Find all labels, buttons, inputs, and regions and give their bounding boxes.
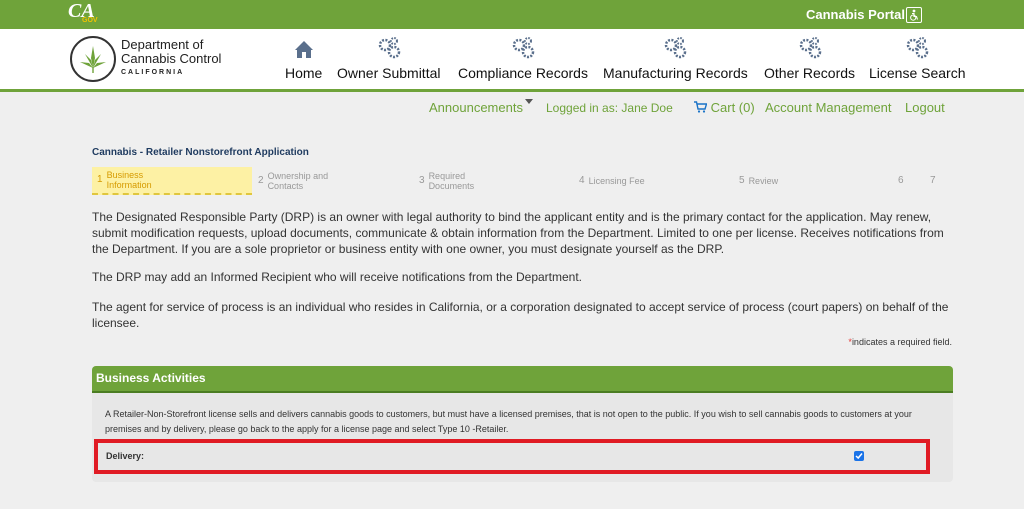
required-note-text: indicates a required field. — [851, 337, 952, 347]
delivery-checkbox[interactable] — [854, 451, 864, 461]
application-title: Cannabis - Retailer Nonstorefront Applic… — [92, 147, 309, 158]
step-2[interactable]: 2 Ownership and Contacts — [258, 167, 408, 195]
nav-compliance-records-label: Compliance Records — [458, 65, 588, 81]
nav-license-search-label: License Search — [869, 65, 966, 81]
step-3-label-line1: Required — [428, 171, 466, 181]
step-1-number: 1 — [97, 174, 103, 185]
dept-name-line1: Department of — [121, 37, 204, 52]
site-header: Department of Cannabis Control CALIFORNI… — [0, 29, 1024, 92]
logout-link[interactable]: Logout — [905, 100, 945, 115]
nav-manufacturing-records-label: Manufacturing Records — [603, 65, 748, 81]
panel-title: Business Activities — [96, 371, 206, 385]
gears-icon — [512, 37, 535, 59]
panel-description: A Retailer-Non-Storefront license sells … — [105, 409, 912, 434]
step-3[interactable]: 3 Required Documents — [419, 167, 569, 195]
gears-icon — [799, 37, 821, 59]
step-5-number: 5 — [739, 175, 745, 186]
delivery-label: Delivery: — [106, 451, 145, 461]
home-icon — [294, 41, 313, 58]
announcements-label: Announcements — [429, 100, 523, 115]
step-7-number: 7 — [930, 175, 936, 186]
ca-gov-logo[interactable]: CA GOV — [68, 0, 102, 26]
informed-recipient-note: The DRP may add an Informed Recipient wh… — [92, 270, 583, 284]
cart-icon — [694, 101, 708, 113]
top-bar: CA GOV Cannabis Portal — [0, 0, 1024, 29]
step-2-number: 2 — [258, 175, 264, 186]
accessibility-icon[interactable] — [906, 7, 922, 23]
delivery-row-highlight — [94, 439, 930, 474]
dept-state: CALIFORNIA — [121, 69, 185, 76]
step-3-label-line2: Documents — [428, 181, 475, 191]
step-6[interactable]: 6 — [898, 167, 918, 195]
step-progress: 1 Business Information 2 Ownership and Con… — [92, 167, 953, 195]
dept-name-line2: Cannabis Control — [121, 51, 222, 66]
agent-service-note: The agent for service of process is an i… — [92, 300, 949, 330]
nav-other-records[interactable]: Other Records — [764, 33, 855, 81]
panel-header: Business Activities — [92, 366, 953, 393]
nav-owner-submittal-label: Owner Submittal — [337, 65, 441, 81]
step-6-number: 6 — [898, 175, 904, 186]
dept-name[interactable]: Department of Cannabis Control — [121, 38, 221, 66]
step-4[interactable]: 4 Licensing Fee — [579, 167, 729, 195]
step-3-number: 3 — [419, 175, 425, 186]
step-4-label: Licensing Fee — [588, 176, 645, 186]
step-5-label: Review — [748, 176, 779, 186]
gears-icon — [378, 37, 400, 59]
nav-home[interactable]: Home — [285, 33, 322, 81]
gears-icon — [907, 37, 929, 59]
step-1[interactable]: 1 Business Information — [92, 167, 252, 195]
nav-license-search[interactable]: License Search — [869, 33, 966, 81]
caret-down-icon — [525, 99, 533, 104]
account-management-link[interactable]: Account Management — [765, 100, 891, 115]
required-field-note: *indicates a required field. — [848, 337, 952, 347]
step-2-label-line1: Ownership and — [267, 171, 329, 181]
ca-logo-sub: GOV — [82, 17, 98, 24]
drp-description: The Designated Responsible Party (DRP) i… — [92, 210, 944, 256]
announcements-link[interactable]: Announcements — [429, 99, 533, 115]
cart-label: Cart (0) — [710, 100, 755, 115]
nav-other-records-label: Other Records — [764, 65, 856, 81]
gears-icon — [665, 37, 687, 59]
portal-title[interactable]: Cannabis Portal — [806, 7, 905, 22]
step-1-label-line1: Business — [106, 170, 144, 180]
nav-compliance-records[interactable]: Compliance Records — [458, 33, 588, 81]
cart-link[interactable]: Cart (0) — [694, 100, 755, 115]
step-1-label-line2: Information — [106, 180, 152, 190]
step-7[interactable]: 7 — [930, 167, 950, 195]
check-icon — [855, 453, 863, 460]
nav-home-label: Home — [285, 65, 323, 81]
step-2-label-line2: Contacts — [267, 181, 304, 191]
nav-manufacturing-records[interactable]: Manufacturing Records — [603, 33, 748, 81]
logged-in-user: Logged in as: Jane Doe — [546, 101, 673, 115]
step-5[interactable]: 5 Review — [739, 167, 889, 195]
step-4-number: 4 — [579, 175, 585, 186]
dcc-logo-icon[interactable] — [70, 36, 116, 82]
nav-owner-submittal[interactable]: Owner Submittal — [337, 33, 440, 81]
